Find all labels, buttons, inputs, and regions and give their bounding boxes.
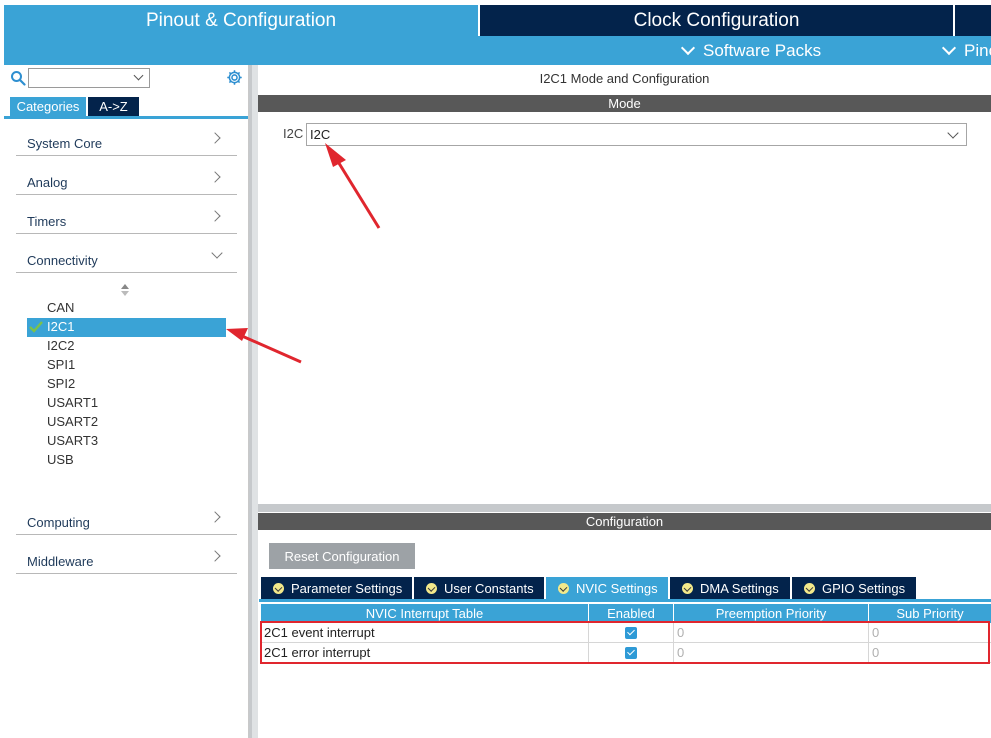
software-packs-menu[interactable]: Software Packs	[680, 36, 822, 65]
reset-configuration-button[interactable]: Reset Configuration	[269, 543, 415, 569]
tab-pinout-configuration[interactable]: Pinout & Configuration	[4, 5, 478, 36]
tab-clock-label: Clock Configuration	[633, 9, 800, 31]
chevron-down-icon	[680, 40, 696, 56]
chevron-right-icon	[209, 132, 221, 144]
category-label: Computing	[27, 515, 90, 530]
chevron-down-icon	[133, 70, 144, 81]
section-splitter[interactable]	[258, 504, 991, 512]
tab-parameter-settings[interactable]: Parameter Settings	[261, 577, 412, 599]
tab-label: Parameter Settings	[291, 580, 403, 596]
chevron-down-icon	[947, 127, 959, 139]
tab-a-z-label: A->Z	[99, 99, 128, 114]
tab-gpio-settings[interactable]: GPIO Settings	[792, 577, 916, 599]
category-computing[interactable]: Computing	[16, 497, 237, 535]
category-timers[interactable]: Timers	[16, 196, 237, 234]
check-circle-icon	[804, 582, 815, 594]
secondary-toolbar: Software Packs Pino	[4, 36, 991, 65]
chevron-right-icon	[209, 210, 221, 222]
tab-pinout-label: Pinout & Configuration	[145, 9, 337, 31]
mode-section-label: Mode	[608, 96, 641, 111]
tab-clock-configuration[interactable]: Clock Configuration	[480, 5, 953, 36]
list-item-can[interactable]: CAN	[47, 300, 74, 315]
tab-a-z[interactable]: A->Z	[88, 97, 139, 116]
chevron-down-icon	[211, 247, 223, 259]
chevron-right-icon	[209, 550, 221, 562]
search-icon[interactable]	[10, 70, 26, 86]
list-item-i2c2[interactable]: I2C2	[47, 338, 74, 353]
check-circle-icon	[273, 582, 284, 594]
chevron-right-icon	[209, 511, 221, 523]
software-packs-label: Software Packs	[703, 40, 822, 60]
tab-label: GPIO Settings	[822, 580, 906, 596]
check-circle-icon	[558, 582, 569, 594]
mode-section-header: Mode	[258, 95, 991, 112]
tab-overflow[interactable]	[955, 5, 991, 36]
list-item-spi2[interactable]: SPI2	[47, 376, 75, 391]
category-label: Connectivity	[27, 253, 98, 268]
category-connectivity[interactable]: Connectivity	[16, 235, 237, 273]
annotation-highlight-box	[260, 621, 990, 664]
list-item-i2c1[interactable]: I2C1	[47, 319, 74, 334]
list-item-usart2[interactable]: USART2	[47, 414, 98, 429]
i2c-mode-label: I2C	[283, 126, 304, 141]
pinout-menu-label: Pino	[964, 40, 991, 60]
tab-dma-settings[interactable]: DMA Settings	[670, 577, 790, 599]
check-circle-icon	[682, 582, 693, 594]
tab-label: DMA Settings	[700, 580, 779, 596]
category-middleware[interactable]: Middleware	[16, 536, 237, 574]
list-item-usart1[interactable]: USART1	[47, 395, 98, 410]
pinout-menu[interactable]: Pino	[941, 36, 991, 65]
configuration-section-header: Configuration	[258, 513, 991, 530]
list-item-usart3[interactable]: USART3	[47, 433, 98, 448]
tabs-underline	[259, 599, 991, 602]
check-icon	[29, 321, 43, 333]
check-circle-icon	[426, 582, 437, 594]
tab-user-constants[interactable]: User Constants	[414, 577, 544, 599]
category-label: Middleware	[27, 554, 94, 569]
configuration-section-label: Configuration	[585, 514, 664, 529]
reset-configuration-label: Reset Configuration	[284, 548, 400, 564]
category-system-core[interactable]: System Core	[16, 118, 237, 156]
sort-icon[interactable]	[120, 283, 130, 297]
gear-icon[interactable]	[226, 69, 243, 86]
chevron-right-icon	[209, 171, 221, 183]
tab-categories-label: Categories	[16, 99, 80, 114]
list-item-spi1[interactable]: SPI1	[47, 357, 75, 372]
search-input[interactable]	[28, 68, 150, 88]
chevron-down-icon	[941, 40, 957, 56]
category-analog[interactable]: Analog	[16, 157, 237, 195]
category-label: Timers	[27, 214, 67, 229]
tab-nvic-settings[interactable]: NVIC Settings	[546, 577, 668, 599]
tab-label: User Constants	[444, 580, 534, 596]
category-label: Analog	[27, 175, 68, 190]
i2c-mode-value: I2C	[310, 127, 331, 142]
list-item-usb[interactable]: USB	[47, 452, 74, 467]
i2c-mode-select[interactable]: I2C	[306, 123, 967, 146]
tab-label: NVIC Settings	[576, 580, 658, 596]
panel-title: I2C1 Mode and Configuration	[539, 71, 710, 86]
category-label: System Core	[27, 136, 103, 151]
tab-categories[interactable]: Categories	[10, 97, 86, 116]
